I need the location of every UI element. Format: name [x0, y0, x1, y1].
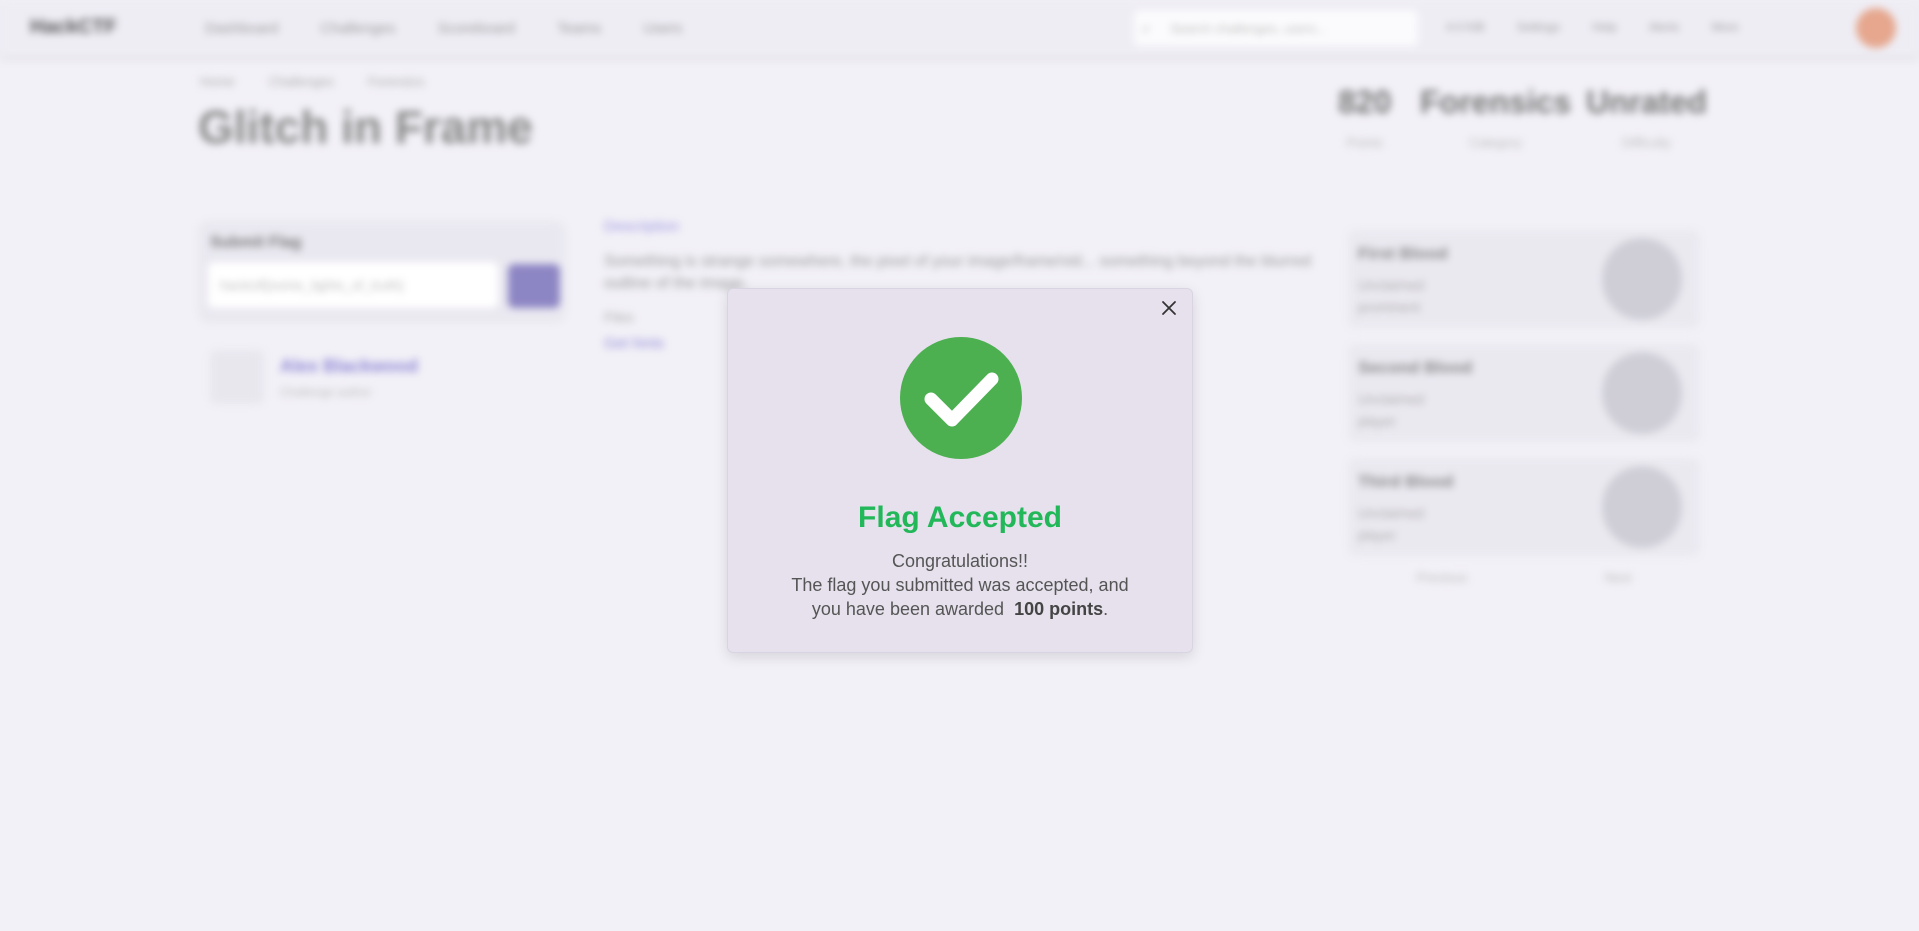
nav-item-challenges[interactable]: Challenges: [320, 20, 395, 37]
awarded-text: you have been awarded: [811, 599, 1005, 619]
author-avatar: [210, 350, 264, 404]
pager-prev[interactable]: Previous: [1417, 570, 1468, 585]
nav-item-users[interactable]: Users: [643, 20, 682, 37]
medal-card-third: Third Blood Unclaimed player: [1348, 458, 1700, 556]
flag-submit-label: Submit Flag: [210, 234, 302, 251]
flag-input[interactable]: hackctf{some_lights_of_truth}: [208, 262, 498, 308]
close-icon: [1162, 301, 1176, 315]
points-value: 100 points: [1014, 599, 1104, 619]
flag-accepted-dialog: Flag Accepted Congratulations!! The flag…: [727, 288, 1193, 653]
medal-subtitle: Unclaimed player: [1358, 391, 1425, 429]
stat-value: 820: [1338, 84, 1392, 120]
congrats-line: Congratulations!!: [891, 551, 1029, 571]
stat-difficulty: Unrated Difficulty: [1586, 84, 1707, 150]
medal-icon: [1602, 352, 1682, 434]
breadcrumb: Home Challenges Forensics: [200, 74, 424, 89]
pager-next[interactable]: Next: [1605, 570, 1632, 585]
medal-subtitle: Unclaimed player: [1358, 505, 1425, 543]
tool-storage[interactable]: 4.0 KiB: [1440, 18, 1491, 36]
tool-settings[interactable]: Settings: [1511, 18, 1566, 36]
medal-title: Second Blood: [1358, 358, 1473, 377]
medal-title: First Blood: [1358, 244, 1448, 263]
stat-label: Category: [1469, 135, 1522, 150]
tool-alerts[interactable]: Alerts: [1643, 18, 1686, 36]
search-box[interactable]: ⌕ Search challenges, users...: [1134, 10, 1418, 46]
dialog-message: Congratulations!! The flag you submitted…: [768, 549, 1152, 621]
stat-label: Difficulty: [1622, 135, 1671, 150]
awarded-line: you have been awarded 100 points.: [768, 597, 1152, 621]
period: .: [1103, 599, 1109, 619]
check-circle-icon: [900, 337, 1022, 459]
trophy-icon: [1602, 238, 1682, 320]
flag-submit-panel: Submit Flag hackctf{some_lights_of_truth…: [200, 222, 564, 320]
search-placeholder: Search challenges, users...: [1170, 20, 1327, 36]
nav-item-teams[interactable]: Teams: [557, 20, 601, 37]
stat-value: Unrated: [1586, 84, 1707, 120]
stat-points: 820 Points: [1338, 84, 1391, 150]
breadcrumb-home[interactable]: Home: [200, 74, 235, 89]
author-card: Alex Blackwood Challenge author: [210, 350, 418, 404]
stat-value: Forensics: [1420, 84, 1572, 120]
search-icon: ⌕: [1142, 19, 1151, 37]
author-name[interactable]: Alex Blackwood: [280, 356, 418, 377]
medal-subtitle: Unclaimed prominent: [1358, 277, 1425, 315]
medal-title: Third Blood: [1358, 472, 1454, 491]
medal-card-second: Second Blood Unclaimed player: [1348, 344, 1700, 442]
top-navbar: HackCTF Dashboard Challenges Scoreboard …: [0, 0, 1919, 56]
nav-item-dashboard[interactable]: Dashboard: [205, 20, 278, 37]
stat-category: Forensics Category: [1420, 84, 1571, 150]
tool-help[interactable]: Help: [1586, 18, 1623, 36]
flag-submit-button[interactable]: [508, 264, 560, 308]
author-subtitle: Challenge author: [280, 384, 372, 399]
page-title: Glitch in Frame: [198, 101, 533, 153]
medal-pager: Previous Next: [1348, 570, 1700, 585]
stat-label: Points: [1346, 135, 1383, 150]
header-tools: 4.0 KiB Settings Help Alerts More: [1440, 18, 1745, 36]
main-nav: Dashboard Challenges Scoreboard Teams Us…: [205, 20, 682, 37]
brand-logo[interactable]: HackCTF: [30, 16, 117, 39]
tool-more[interactable]: More: [1705, 18, 1744, 36]
medal-card-first: First Blood Unclaimed prominent: [1348, 230, 1700, 328]
avatar[interactable]: [1856, 8, 1896, 48]
dialog-title: Flag Accepted: [858, 501, 1062, 534]
accepted-line: The flag you submitted was accepted, and: [791, 575, 1129, 595]
close-button[interactable]: [1156, 295, 1182, 321]
breadcrumb-challenges[interactable]: Challenges: [269, 74, 334, 89]
breadcrumb-category[interactable]: Forensics: [368, 74, 424, 89]
nav-item-scoreboard[interactable]: Scoreboard: [437, 20, 515, 37]
description-heading: Description: [604, 218, 680, 235]
medal-icon: [1602, 466, 1682, 548]
